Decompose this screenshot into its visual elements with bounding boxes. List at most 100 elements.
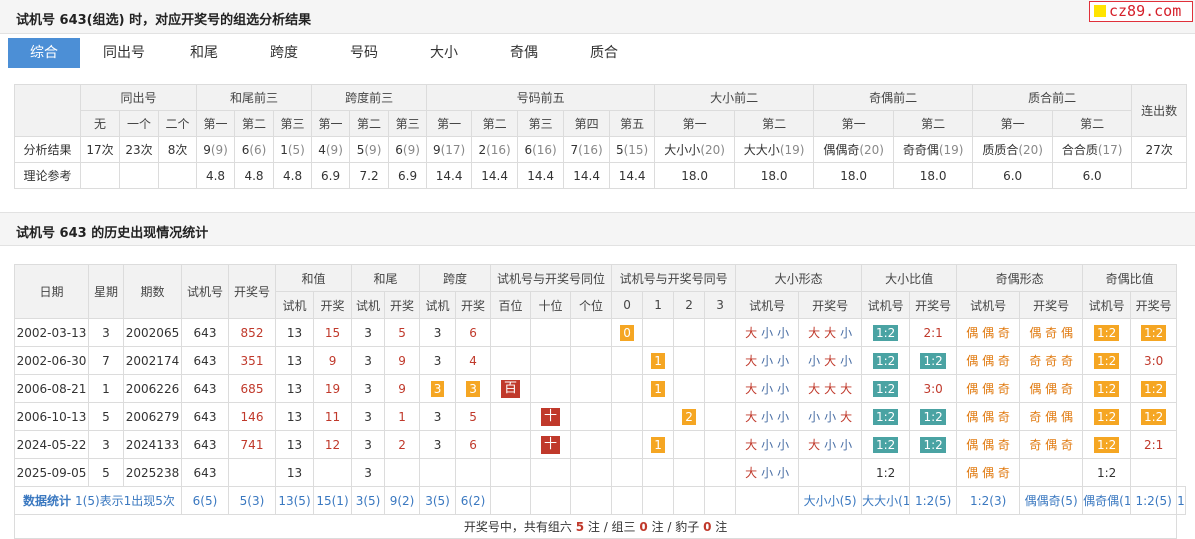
draw-number-cell: 852: [228, 318, 276, 347]
sub-header: 试机: [351, 291, 386, 319]
hw-test-cell: 3: [351, 374, 386, 403]
kd-draw-cell: 5: [455, 402, 492, 431]
reference-cell: 18.0: [654, 162, 736, 189]
hw-test-cell: 3: [351, 346, 386, 375]
jo-value: 偶 偶 奇: [966, 382, 1010, 396]
tab-size[interactable]: 大小: [408, 38, 480, 68]
col-header: 日期: [14, 264, 89, 319]
reference-cell: 14.4: [563, 162, 611, 189]
job-value: 1:2: [1093, 408, 1120, 425]
same-count-cell: [673, 430, 706, 459]
sub-header: 试机号: [1082, 291, 1132, 319]
group-header: 跨度前三: [311, 84, 428, 111]
position-cell: [490, 430, 532, 459]
same-count-mark: 1: [651, 352, 665, 369]
result-cell: 7(16): [563, 136, 611, 163]
sub-header: 开奖: [312, 291, 353, 319]
table-row: 2024-05-22 3 2024133 643 741 13 12 3 2 3 6 十 1 大小小大小小…: [14, 430, 1186, 459]
size-char: 小: [777, 438, 790, 452]
sub-header: 百位: [490, 291, 532, 319]
size-pattern-test: 大小小: [735, 374, 800, 403]
dxb-value: 1:2: [872, 324, 899, 341]
job-cell: 1:2: [1082, 458, 1132, 487]
tab-sum-tail[interactable]: 和尾: [168, 38, 240, 68]
job-value: 1:2: [1140, 408, 1167, 425]
date-cell: 2002-03-13: [14, 318, 89, 347]
size-char: 大: [840, 382, 853, 396]
job-cell: 1:2: [1130, 402, 1178, 431]
table-row: 2006-10-13 5 2006279 643 146 13 11 3 1 3 5 十 2 大小小小小大…: [14, 402, 1186, 431]
position-cell: 百: [490, 374, 532, 403]
tab-span[interactable]: 跨度: [248, 38, 320, 68]
jo-cell: 偶 奇 偶: [1019, 318, 1084, 347]
tab-odd-even[interactable]: 奇偶: [488, 38, 560, 68]
jo-cell: 偶 偶 奇: [956, 318, 1021, 347]
col-header: 和尾: [351, 264, 421, 292]
same-count-cell: [611, 402, 644, 431]
reference-cell: 14.4: [517, 162, 565, 189]
jo-cell: 奇 偶 偶: [1019, 402, 1084, 431]
sub-header: 试机: [419, 291, 457, 319]
size-pattern-draw: [798, 458, 863, 487]
jo-cell: 偶 偶 奇: [956, 402, 1021, 431]
tab-same-number[interactable]: 同出号: [88, 38, 160, 68]
stats-cell: 1:2(3): [1176, 486, 1186, 515]
job-cell: 1:2: [1082, 374, 1132, 403]
dxb-cell: [909, 458, 958, 487]
jo-cell: 偶 偶 奇: [956, 458, 1021, 487]
result-count: (6): [249, 142, 267, 157]
dxb-cell: 2:1: [909, 318, 958, 347]
job-cell: 1:2: [1082, 346, 1132, 375]
sub-header: 第一: [654, 110, 736, 137]
same-count-mark: 0: [620, 324, 634, 341]
job-value: 1:2: [1096, 465, 1117, 480]
jo-value: 偶 偶 奇: [966, 326, 1010, 340]
tab-prime-composite[interactable]: 质合: [568, 38, 640, 68]
result-value: 9: [203, 142, 211, 157]
jo-cell: 偶 偶 奇: [956, 346, 1021, 375]
result-cell: 23次: [119, 136, 159, 163]
col-header: 大小形态: [735, 264, 863, 292]
dxb-cell: 1:2: [861, 346, 911, 375]
result-cell: 大大小(19): [734, 136, 815, 163]
sub-header: 1: [642, 291, 675, 319]
corner-cell: [14, 84, 81, 137]
sub-header: 开奖号: [798, 291, 863, 319]
kd-test-cell: [419, 458, 457, 487]
position-cell: [530, 346, 572, 375]
size-char: 大: [808, 382, 821, 396]
reference-cell: 6.0: [972, 162, 1054, 189]
reference-cell: 14.4: [426, 162, 473, 189]
jo-value: 奇 偶 偶: [1029, 410, 1073, 424]
stats-label[interactable]: 数据统计: [23, 494, 71, 508]
job-cell: 1:2: [1130, 318, 1178, 347]
hz-test-cell: 13: [275, 374, 314, 403]
hz-test-cell: 13: [275, 402, 314, 431]
jo-value: 偶 偶 奇: [966, 354, 1010, 368]
col-header: 星期: [88, 264, 124, 319]
col-header: 开奖号: [228, 264, 276, 319]
dxb-cell: 1:2: [861, 458, 911, 487]
same-count-cell: [611, 430, 644, 459]
stats-cell: 1:2(5): [1130, 486, 1178, 515]
stats-cell: 5(3): [228, 486, 276, 515]
stats-cell: 偶奇偶(1): [1082, 486, 1132, 515]
result-count: (19): [938, 143, 964, 157]
span-highlight: 3: [466, 380, 480, 397]
footer-a: 开奖号中，共有组六: [463, 520, 572, 534]
test-number-cell: 643: [181, 458, 229, 487]
size-pattern-test: 大小小: [735, 318, 800, 347]
position-cell: [530, 318, 572, 347]
hw-draw-cell: 5: [384, 318, 421, 347]
stats-cell: 1:2(5): [909, 486, 958, 515]
stats-cell: 9(2): [384, 486, 421, 515]
tab-number[interactable]: 号码: [328, 38, 400, 68]
site-logo[interactable]: cz89.com: [1089, 1, 1193, 22]
dxb-value: 1:2: [872, 380, 899, 397]
sub-header: 试机号: [735, 291, 800, 319]
sub-header: 第四: [563, 110, 611, 137]
result-value: 5: [615, 142, 624, 157]
dxb-value: 3:0: [923, 381, 943, 396]
history-header: 试机号 643 的历史出现情况统计: [0, 212, 1195, 246]
tab-overview[interactable]: 综合: [8, 38, 80, 68]
